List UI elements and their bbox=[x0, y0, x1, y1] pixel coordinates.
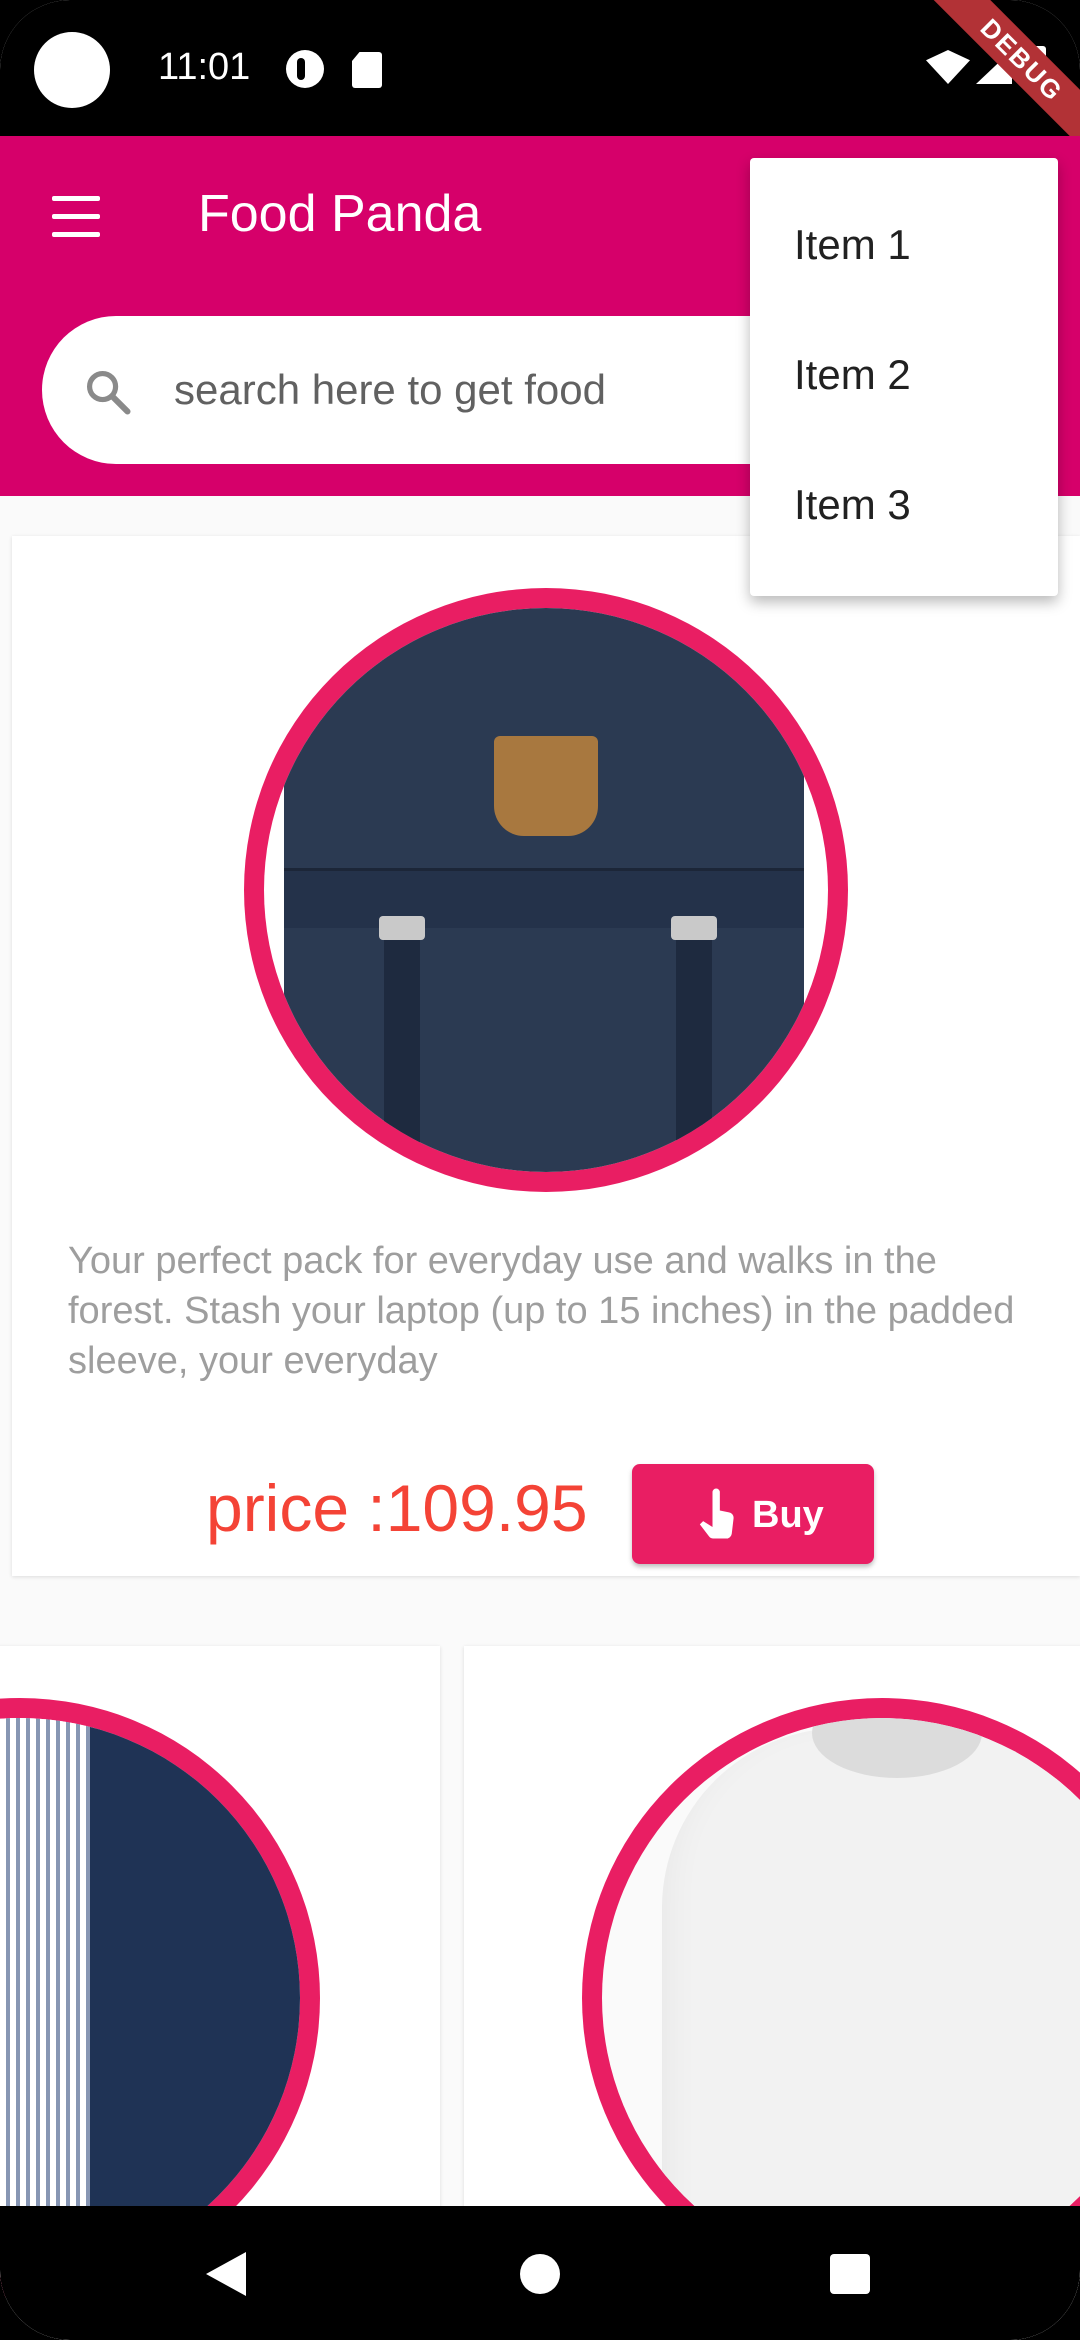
backpack-flap bbox=[284, 868, 804, 928]
fox-logo-patch bbox=[494, 736, 598, 836]
striped-shirt-graphic bbox=[0, 1718, 100, 2278]
strap-left bbox=[384, 928, 420, 1172]
product-card[interactable]: Your perfect pack for everyday use and w… bbox=[12, 536, 1080, 1576]
search-input[interactable] bbox=[174, 356, 814, 424]
buckle-right bbox=[671, 916, 717, 940]
popup-item-1[interactable]: Item 1 bbox=[750, 180, 1058, 310]
notification-icon bbox=[286, 50, 324, 88]
product-image bbox=[264, 608, 828, 1172]
popup-menu: Item 1 Item 2 Item 3 bbox=[750, 158, 1058, 596]
product-description: Your perfect pack for everyday use and w… bbox=[68, 1240, 1015, 1382]
recents-square-icon[interactable] bbox=[830, 2254, 870, 2294]
product-image-frame bbox=[244, 588, 848, 1192]
buy-label: Buy bbox=[752, 1494, 824, 1536]
sd-card-icon bbox=[352, 52, 382, 88]
search-icon bbox=[86, 370, 131, 415]
app-screen: 11:01 DEBUG Food Panda Item 1 Item 2 Ite… bbox=[0, 0, 1080, 2340]
wifi-icon bbox=[926, 50, 970, 84]
tshirt-image bbox=[602, 1718, 1080, 2278]
product-price: price :109.95 bbox=[206, 1471, 588, 1545]
camera-cutout bbox=[34, 32, 110, 108]
popup-item-3[interactable]: Item 3 bbox=[750, 440, 1058, 570]
jacket-image bbox=[0, 1718, 300, 2278]
backpack-graphic bbox=[284, 608, 804, 1172]
app-title: Food Panda bbox=[198, 185, 482, 243]
back-triangle-icon[interactable] bbox=[206, 2252, 246, 2296]
buy-button[interactable]: Buy bbox=[632, 1464, 874, 1564]
jacket-graphic bbox=[90, 1718, 300, 2278]
buckle-left bbox=[379, 916, 425, 940]
status-time: 11:01 bbox=[158, 46, 251, 88]
home-circle-icon[interactable] bbox=[520, 2254, 560, 2294]
touch-hand-icon bbox=[699, 1488, 734, 1539]
status-bar: 11:01 DEBUG bbox=[0, 0, 1080, 152]
popup-item-2[interactable]: Item 2 bbox=[750, 310, 1058, 440]
tshirt-graphic bbox=[662, 1718, 1080, 2278]
system-nav-bar bbox=[0, 2206, 1080, 2340]
tshirt-neck bbox=[812, 1718, 982, 1778]
strap-right bbox=[676, 928, 712, 1172]
hamburger-menu-icon[interactable] bbox=[48, 196, 108, 240]
